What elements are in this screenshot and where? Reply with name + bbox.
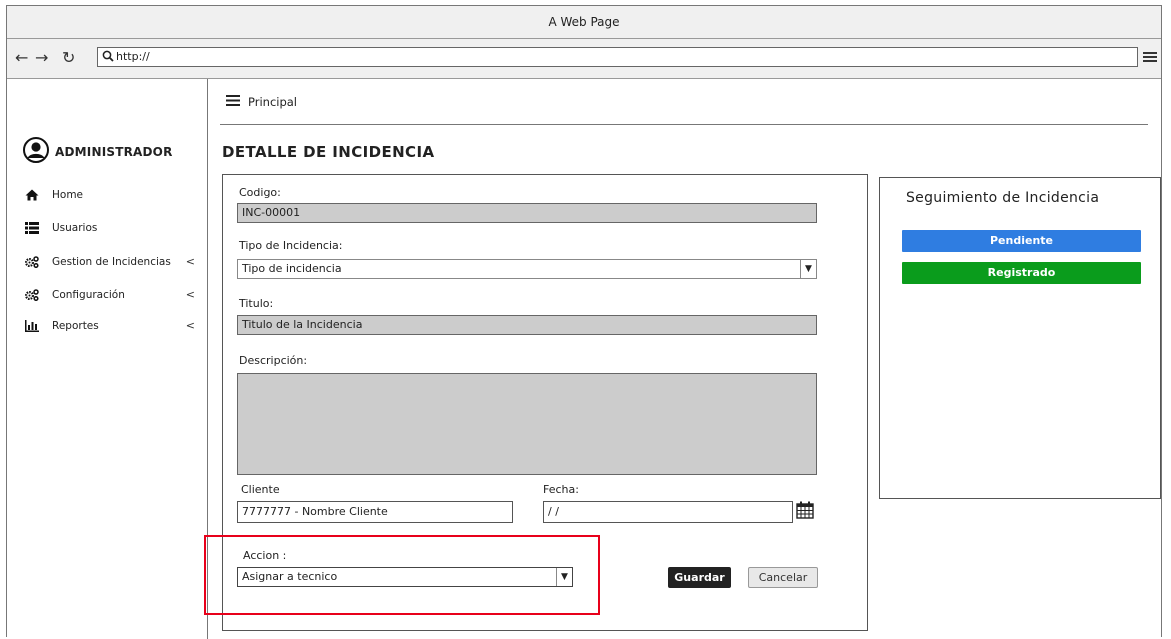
list-icon <box>25 222 39 234</box>
url-input[interactable]: http:// <box>97 47 1138 67</box>
sidebar-item-usuarios[interactable]: Usuarios <box>25 222 195 234</box>
reload-icon[interactable]: ↻ <box>62 49 75 67</box>
user-profile[interactable]: ADMINISTRADOR <box>23 137 173 167</box>
sidebar-item-label: Gestion de Incidencias <box>52 256 171 268</box>
descripcion-label: Descripción: <box>239 354 308 367</box>
chevron-left-icon: < <box>185 288 195 301</box>
cancelar-button[interactable]: Cancelar <box>748 567 818 588</box>
dropdown-caret-icon[interactable]: ▼ <box>800 260 816 278</box>
tipo-label: Tipo de Incidencia: <box>239 239 343 252</box>
codigo-field: INC-00001 <box>237 203 817 223</box>
fecha-label: Fecha: <box>543 483 579 496</box>
hamburger-icon[interactable] <box>226 95 240 109</box>
calendar-icon[interactable] <box>796 501 814 523</box>
search-icon <box>102 50 114 68</box>
titulo-label: Titulo: <box>239 297 274 310</box>
sidebar-item-label: Configuración <box>52 289 125 301</box>
seguimiento-panel: Seguimiento de Incidencia Pendiente Regi… <box>879 177 1161 499</box>
breadcrumb-label: Principal <box>248 95 298 109</box>
cliente-label: Cliente <box>241 483 280 496</box>
tipo-select[interactable]: Tipo de incidencia ▼ <box>237 259 817 279</box>
titulo-field: Titulo de la Incidencia <box>237 315 817 335</box>
sidebar: ADMINISTRADOR Home Usuarios Gestion de I… <box>7 79 208 639</box>
chevron-left-icon: < <box>185 319 195 332</box>
window-titlebar: A Web Page <box>7 6 1161 39</box>
chevron-left-icon: < <box>185 255 195 268</box>
sidebar-item-label: Home <box>52 189 84 201</box>
cliente-input[interactable]: 7777777 - Nombre Cliente <box>237 501 513 523</box>
address-bar: ← → ↻ http:// <box>7 39 1161 79</box>
gears-icon <box>24 289 39 302</box>
sidebar-item-label: Usuarios <box>52 222 98 234</box>
codigo-label: Codigo: <box>239 186 281 199</box>
gears-icon <box>24 256 39 269</box>
user-avatar-icon <box>23 137 49 167</box>
status-pendiente-button[interactable]: Pendiente <box>902 230 1141 252</box>
sidebar-item-home[interactable]: Home <box>25 189 195 201</box>
guardar-button[interactable]: Guardar <box>668 567 731 588</box>
page-title: DETALLE DE INCIDENCIA <box>222 143 435 161</box>
url-text: http:// <box>116 50 150 63</box>
forward-icon[interactable]: → <box>35 49 48 67</box>
fecha-input[interactable]: / / <box>543 501 793 523</box>
home-icon <box>25 189 39 201</box>
status-registrado-button[interactable]: Registrado <box>902 262 1141 284</box>
highlight-annotation <box>204 535 600 615</box>
user-name: ADMINISTRADOR <box>55 145 173 159</box>
sidebar-item-reportes[interactable]: Reportes < <box>25 319 195 332</box>
window-title: A Web Page <box>548 15 620 29</box>
sidebar-item-label: Reportes <box>52 320 99 332</box>
seguimiento-title: Seguimiento de Incidencia <box>906 190 1100 206</box>
descripcion-textarea[interactable] <box>237 373 817 475</box>
sidebar-item-gestion-incidencias[interactable]: Gestion de Incidencias < <box>24 255 195 269</box>
breadcrumb[interactable]: Principal <box>226 95 297 109</box>
menu-icon[interactable] <box>1143 48 1157 67</box>
bar-chart-icon <box>25 320 39 332</box>
back-icon[interactable]: ← <box>15 49 28 67</box>
sidebar-item-configuracion[interactable]: Configuración < <box>24 288 195 302</box>
header-divider <box>220 124 1148 125</box>
tipo-select-value: Tipo de incidencia <box>242 262 342 275</box>
